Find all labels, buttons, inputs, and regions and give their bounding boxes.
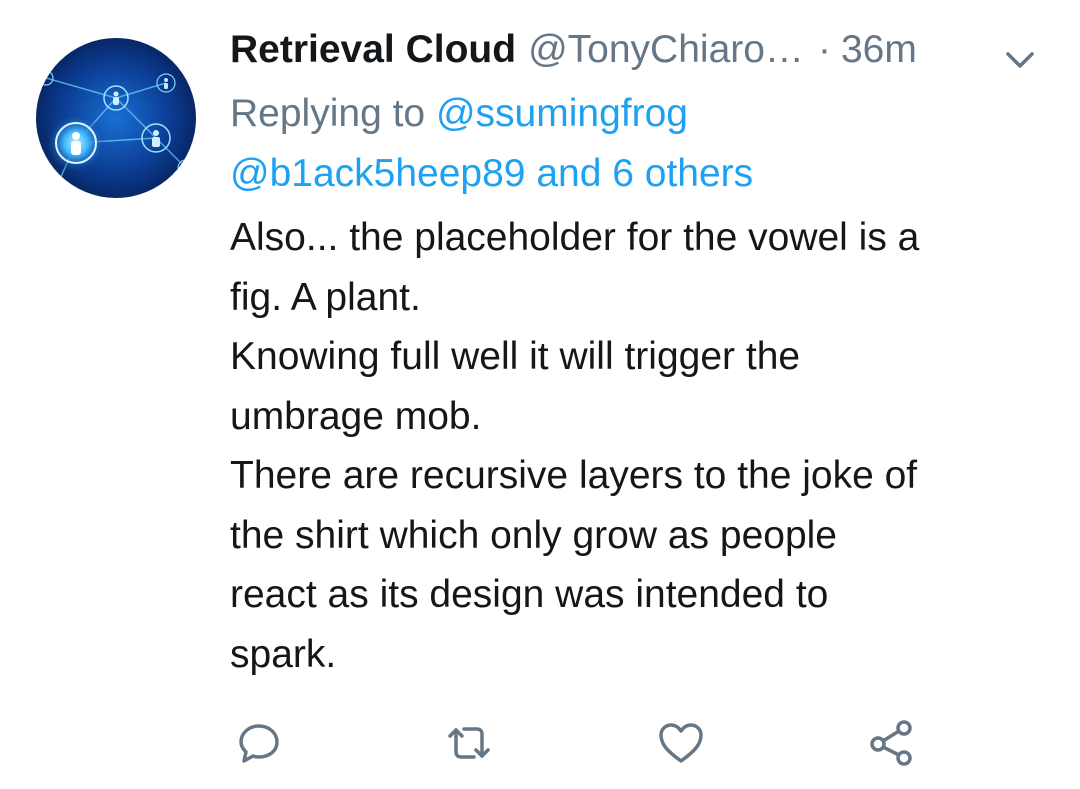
tweet-header: Retrieval Cloud @TonyChiaro… · 36m — [230, 28, 1050, 84]
tweet-text-line: fig. A plant. — [230, 275, 421, 319]
tweet-text-line: Also... the placeholder for the vowel is… — [230, 216, 920, 259]
retweet-button[interactable] — [444, 718, 494, 768]
tweet-text-line: There are recursive layers to the joke o… — [230, 454, 918, 497]
retweet-icon — [448, 727, 490, 759]
separator-dot: · — [817, 28, 831, 71]
heart-icon — [659, 723, 703, 763]
user-handle[interactable]: @TonyChiaro… — [528, 28, 804, 72]
tweet-text-line: umbrage mob. — [230, 394, 482, 438]
tweet-content: Retrieval Cloud @TonyChiaro… · 36m Reply… — [230, 28, 1050, 684]
mention-link[interactable]: @ssumingfrog — [436, 92, 688, 135]
display-name[interactable]: Retrieval Cloud — [230, 28, 516, 72]
tweet-text-line: Knowing full well it will trigger the — [230, 335, 801, 378]
mention-others-link[interactable]: @b1ack5heep89 and 6 others — [230, 152, 753, 195]
action-bar — [0, 718, 1080, 768]
replying-to-label: Replying to — [230, 92, 426, 135]
share-button[interactable] — [866, 718, 916, 768]
reply-icon — [239, 724, 279, 763]
replying-to-others: @b1ack5heep89 and 6 others — [230, 144, 1050, 204]
tweet[interactable]: Retrieval Cloud @TonyChiaro… · 36m Reply… — [0, 0, 1080, 789]
chevron-down-icon[interactable] — [1002, 44, 1038, 74]
tweet-text: Also... the placeholder for the vowel is… — [230, 208, 1050, 684]
tweet-text-line: the shirt which only grow as people — [230, 513, 837, 557]
reply-button[interactable] — [234, 718, 284, 768]
tweet-text-line: react as its design was intended to — [230, 573, 829, 616]
share-icon — [870, 720, 912, 766]
network-people-avatar-icon — [36, 38, 196, 198]
like-button[interactable] — [656, 718, 706, 768]
timestamp[interactable]: 36m — [841, 28, 917, 72]
tweet-text-line: spark. — [230, 632, 337, 676]
replying-to: Replying to @ssumingfrog — [230, 84, 1050, 144]
avatar[interactable] — [36, 38, 196, 198]
